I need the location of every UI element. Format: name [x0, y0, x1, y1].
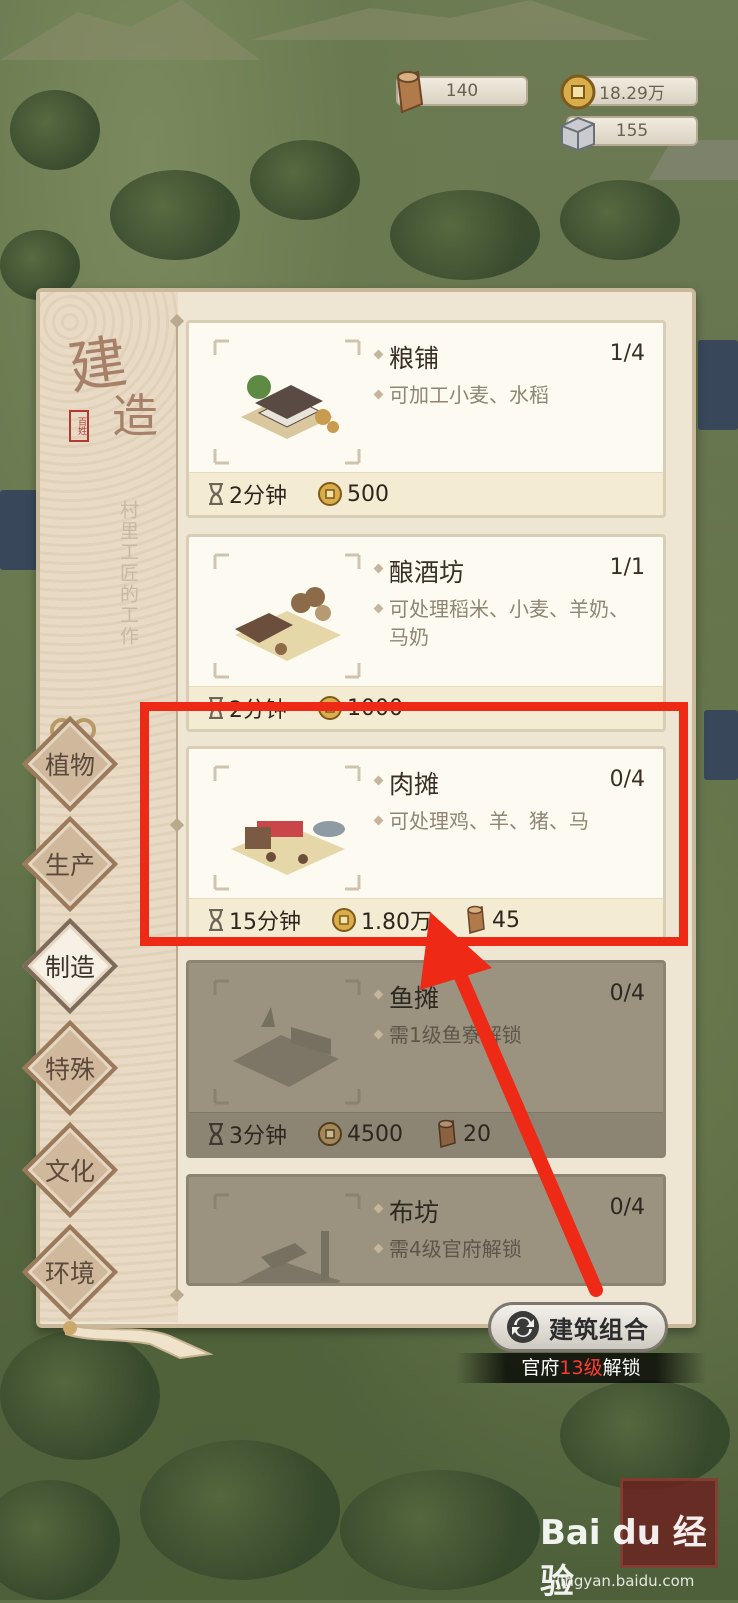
build-time: 2分钟 [229, 484, 287, 509]
tassel-ornament [63, 1321, 214, 1360]
copper-coin-icon [318, 1122, 342, 1146]
coin-cost: 4500 [347, 1121, 403, 1147]
category-tab-environment[interactable]: 环境 [21, 1223, 119, 1321]
wood-log-icon [396, 70, 424, 114]
building-count: 1/4 [609, 341, 645, 366]
category-tab-special[interactable]: 特殊 [21, 1019, 119, 1117]
category-tab-manufacture[interactable]: 制造 [21, 917, 119, 1015]
stone-block-icon [561, 116, 595, 152]
category-tab-plants[interactable]: 植物 [21, 715, 119, 813]
fish-stall-silhouette [213, 979, 361, 1105]
combo-button-label: 建筑组合 [549, 1315, 649, 1344]
building-name: 酿酒坊 [389, 553, 464, 589]
unlock-requirement: 需4级官府解锁 [389, 1235, 639, 1263]
wood-log-icon [438, 1119, 456, 1148]
stone-amount: 155 [615, 121, 649, 141]
wood-resource-counter[interactable]: 140 [396, 70, 528, 114]
building-name: 粮铺 [389, 339, 439, 375]
building-card-locked[interactable]: 布坊 0/4 需4级官府解锁 [186, 1174, 666, 1286]
building-count: 1/1 [609, 555, 645, 580]
highlight-box [140, 702, 688, 946]
building-description: 可处理稻米、小麦、羊奶、马奶 [389, 595, 639, 651]
panel-subtitle: 村里工匠的工作 [117, 500, 139, 647]
category-tab-culture[interactable]: 文化 [21, 1121, 119, 1219]
coin-resource-counter[interactable]: 18.29万 [560, 74, 698, 110]
coin-cost: 500 [347, 481, 389, 507]
building-count: 0/4 [609, 1195, 645, 1220]
build-time: 3分钟 [229, 1124, 287, 1149]
building-card-locked[interactable]: 鱼摊 0/4 需1级鱼寮解锁 3分钟 4500 20 [186, 960, 666, 1158]
title-seal-stamp: 百姓 [69, 410, 89, 442]
unlock-requirement: 需1级鱼寮解锁 [389, 1021, 639, 1049]
building-card[interactable]: 粮铺 1/4 可加工小麦、水稻 2分钟 500 [186, 320, 666, 518]
building-cost-row: 2分钟 500 [189, 472, 663, 515]
category-tab-production[interactable]: 生产 [21, 815, 119, 913]
building-name: 鱼摊 [389, 979, 439, 1015]
combo-unlock-tip: 官府13级解锁 [456, 1353, 706, 1383]
stone-resource-counter[interactable]: 155 [561, 116, 698, 152]
watermark-url: jingyan.baidu.com [556, 1572, 695, 1590]
building-combo-button[interactable]: 建筑组合 [488, 1302, 668, 1352]
grain-shop-illustration [213, 339, 361, 465]
winery-illustration [213, 553, 361, 679]
building-name: 布坊 [389, 1193, 439, 1229]
copper-coin-icon [318, 482, 342, 506]
copper-coin-icon [560, 74, 596, 110]
unlock-level: 13级 [559, 1357, 603, 1379]
coin-amount: 18.29万 [599, 83, 665, 104]
hourglass-icon [209, 1123, 223, 1145]
building-cost-row: 3分钟 4500 20 [189, 1112, 663, 1155]
hourglass-icon [209, 483, 223, 505]
building-count: 0/4 [609, 981, 645, 1006]
panel-title-char-2: 造 [112, 389, 158, 443]
wood-amount: 140 [445, 81, 479, 101]
building-description: 可加工小麦、水稻 [389, 381, 639, 409]
wood-cost: 20 [463, 1121, 491, 1147]
swap-cycle-icon [507, 1311, 539, 1343]
cloth-workshop-silhouette [213, 1193, 361, 1283]
